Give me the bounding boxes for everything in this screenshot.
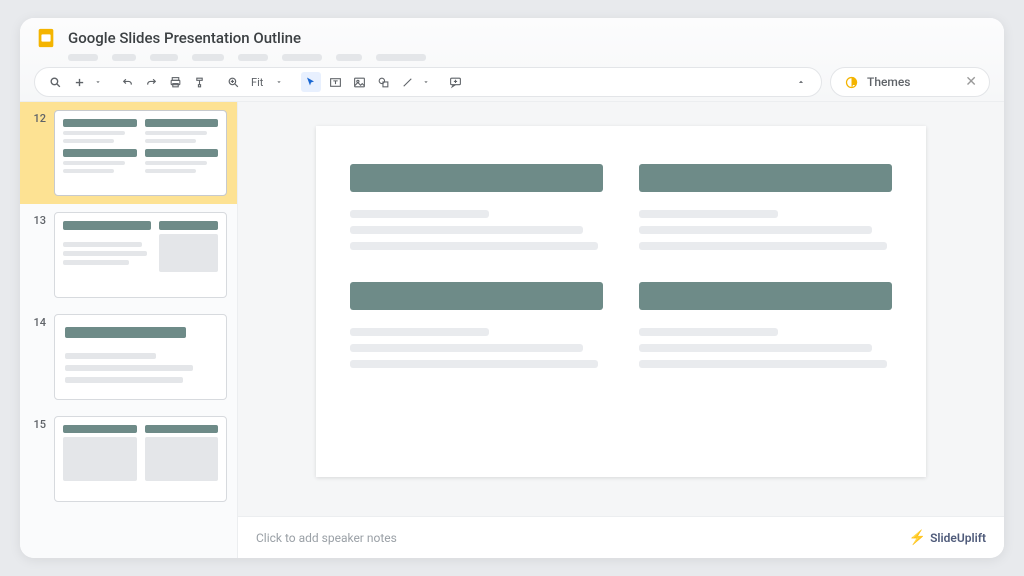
close-icon[interactable]: ✕	[965, 74, 977, 90]
content-block[interactable]	[350, 164, 603, 250]
select-tool-icon[interactable]	[301, 72, 321, 92]
content-block[interactable]	[639, 282, 892, 368]
slide-thumbnail[interactable]: 12	[20, 102, 237, 204]
redo-icon[interactable]	[141, 72, 161, 92]
slide-thumbnail-preview	[54, 110, 227, 196]
menu-bar[interactable]	[68, 54, 990, 61]
undo-icon[interactable]	[117, 72, 137, 92]
slide-number: 12	[28, 110, 46, 196]
image-icon[interactable]	[349, 72, 369, 92]
speaker-notes[interactable]: Click to add speaker notes ⚡ SlideUplift	[238, 516, 1004, 558]
title-placeholder	[639, 164, 892, 192]
themes-icon	[843, 74, 859, 90]
speaker-notes-placeholder: Click to add speaker notes	[256, 531, 397, 545]
document-title[interactable]: Google Slides Presentation Outline	[68, 29, 301, 47]
toolbar: Fit	[34, 67, 822, 97]
slide-number: 14	[28, 314, 46, 400]
title-placeholder	[350, 282, 603, 310]
slides-logo-icon	[34, 26, 58, 50]
shape-icon[interactable]	[373, 72, 393, 92]
body: 12 13	[20, 102, 1004, 558]
slide-canvas[interactable]	[316, 126, 926, 477]
brand-watermark: ⚡ SlideUplift	[909, 530, 986, 546]
search-icon[interactable]	[45, 72, 65, 92]
slide-number: 15	[28, 416, 46, 502]
slide-thumbnail[interactable]: 13	[20, 204, 237, 306]
new-slide-icon[interactable]	[69, 72, 89, 92]
slide-number: 13	[28, 212, 46, 298]
slide-thumbnails-panel: 12 13	[20, 102, 238, 558]
title-placeholder	[350, 164, 603, 192]
content-block[interactable]	[639, 164, 892, 250]
slide-thumbnail[interactable]: 15	[20, 408, 237, 510]
themes-label: Themes	[867, 75, 910, 89]
print-icon[interactable]	[165, 72, 185, 92]
zoom-level[interactable]: Fit	[247, 76, 287, 89]
textbox-icon[interactable]	[325, 72, 345, 92]
canvas-area: Click to add speaker notes ⚡ SlideUplift	[238, 102, 1004, 558]
app-window: Google Slides Presentation Outline Fit	[20, 18, 1004, 558]
comment-icon[interactable]	[445, 72, 465, 92]
collapse-toolbar-icon[interactable]	[791, 72, 811, 92]
themes-panel-header: Themes ✕	[830, 67, 990, 97]
content-block[interactable]	[350, 282, 603, 368]
slide-thumbnail-preview	[54, 212, 227, 298]
paint-format-icon[interactable]	[189, 72, 209, 92]
title-placeholder	[639, 282, 892, 310]
chevron-down-icon[interactable]	[93, 72, 103, 92]
zoom-icon[interactable]	[223, 72, 243, 92]
line-icon[interactable]	[397, 72, 417, 92]
slide-thumbnail-preview	[54, 314, 227, 400]
slide-thumbnail-preview	[54, 416, 227, 502]
bolt-icon: ⚡	[909, 530, 926, 546]
slide-thumbnail[interactable]: 14	[20, 306, 237, 408]
chevron-down-icon[interactable]	[421, 72, 431, 92]
header: Google Slides Presentation Outline Fit	[20, 18, 1004, 102]
